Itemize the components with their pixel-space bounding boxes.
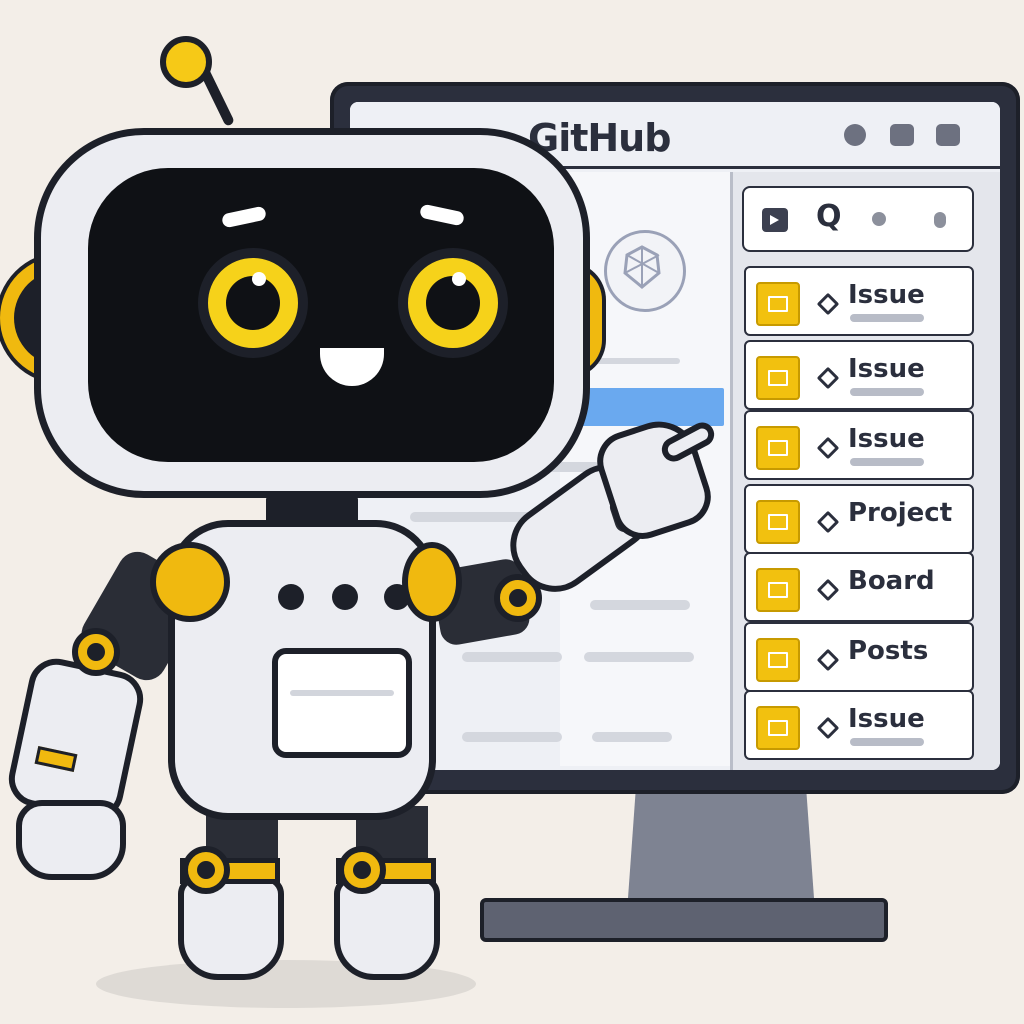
list-item[interactable]: Project — [744, 484, 974, 554]
folder-icon — [756, 638, 800, 682]
diamond-icon — [816, 292, 840, 316]
monitor-stand-base — [480, 898, 888, 942]
robot-right-foot — [334, 876, 440, 980]
list-item-label: Project — [848, 498, 953, 528]
play-icon — [762, 208, 788, 232]
list-item-label: Issue — [848, 354, 925, 384]
robot-left-foot — [178, 876, 284, 980]
folder-icon — [756, 568, 800, 612]
placeholder-line — [462, 732, 562, 742]
robot-left-hand — [16, 800, 126, 880]
diamond-icon — [816, 578, 840, 602]
robot-chest-dot — [278, 584, 304, 610]
diamond-icon — [816, 436, 840, 460]
minimize-icon[interactable] — [844, 124, 866, 146]
selected-row-highlight[interactable] — [572, 388, 724, 426]
placeholder-line — [592, 732, 672, 742]
placeholder-line — [584, 652, 694, 662]
close-icon[interactable] — [936, 124, 960, 146]
list-item-label: Issue — [848, 280, 925, 310]
maximize-icon[interactable] — [890, 124, 914, 146]
diamond-icon — [816, 510, 840, 534]
folder-icon — [756, 356, 800, 400]
list-item-label: Issue — [848, 704, 925, 734]
placeholder-line — [594, 358, 680, 364]
folder-icon — [756, 282, 800, 326]
robot-left-knee-joint — [182, 846, 230, 894]
diamond-icon — [816, 366, 840, 390]
robot-right-eye — [398, 248, 508, 358]
folder-icon — [756, 706, 800, 750]
robot-chest-panel-line — [290, 690, 394, 696]
list-item-label: Posts — [848, 636, 929, 666]
monitor-stand-neck — [628, 794, 814, 898]
list-item[interactable]: Board — [744, 552, 974, 622]
robot-left-eye — [198, 248, 308, 358]
list-item[interactable]: Issue — [744, 340, 974, 410]
robot-antenna-ball — [160, 36, 212, 88]
robot-right-shoulder — [402, 542, 462, 622]
list-item-subline — [850, 458, 924, 466]
robot-right-elbow-joint — [494, 574, 542, 622]
dot-icon — [934, 212, 946, 228]
diamond-icon — [816, 648, 840, 672]
robot-left-elbow-joint — [72, 628, 120, 676]
robot-chest-panel — [272, 648, 412, 758]
dot-icon — [872, 212, 886, 226]
robot-right-knee-joint — [338, 846, 386, 894]
folder-icon — [756, 426, 800, 470]
placeholder-line — [462, 652, 562, 662]
robot-left-shoulder — [150, 542, 230, 622]
list-item[interactable]: Posts — [744, 622, 974, 692]
robot-chest-dot — [384, 584, 410, 610]
list-item-subline — [850, 738, 924, 746]
list-item-label: Issue — [848, 424, 925, 454]
folder-icon — [756, 500, 800, 544]
search-icon[interactable]: Q — [816, 199, 842, 234]
list-item-subline — [850, 314, 924, 322]
diamond-icon — [816, 716, 840, 740]
github-logo-icon — [604, 230, 686, 312]
list-item[interactable]: Issue — [744, 410, 974, 480]
placeholder-line — [590, 600, 690, 610]
list-item-label: Board — [848, 566, 935, 596]
list-item-subline — [850, 388, 924, 396]
list-item[interactable]: Issue — [744, 690, 974, 760]
robot-left-forearm — [3, 653, 149, 825]
robot-chest-dot — [332, 584, 358, 610]
list-item[interactable]: Issue — [744, 266, 974, 336]
